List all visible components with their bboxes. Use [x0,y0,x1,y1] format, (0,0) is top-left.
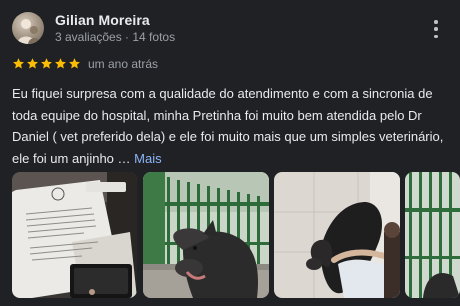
review-photo-dog-gate[interactable] [143,172,269,298]
review-text: Eu fiquei surpresa com a qualidade do at… [12,83,452,169]
review-photo-gate[interactable] [405,172,460,298]
author-meta: 3 avaliações · 14 fotos [55,30,176,44]
rating-stars [12,57,81,70]
star-icon [12,57,25,70]
review-photo-dog-person[interactable] [274,172,400,298]
star-icon [26,57,39,70]
review-photo-letter[interactable] [12,172,137,298]
star-icon [68,57,81,70]
review-card: Gilian Moreira 3 avaliações · 14 fotos u… [0,0,460,306]
star-icon [54,57,67,70]
more-link[interactable]: Mais [134,151,161,166]
review-date: um ano atrás [88,57,159,71]
author-name[interactable]: Gilian Moreira [55,12,150,28]
star-icon [40,57,53,70]
more-options-icon[interactable] [428,18,444,40]
review-text-content: Eu fiquei surpresa com a qualidade do at… [12,86,444,166]
author-avatar[interactable] [12,12,44,44]
